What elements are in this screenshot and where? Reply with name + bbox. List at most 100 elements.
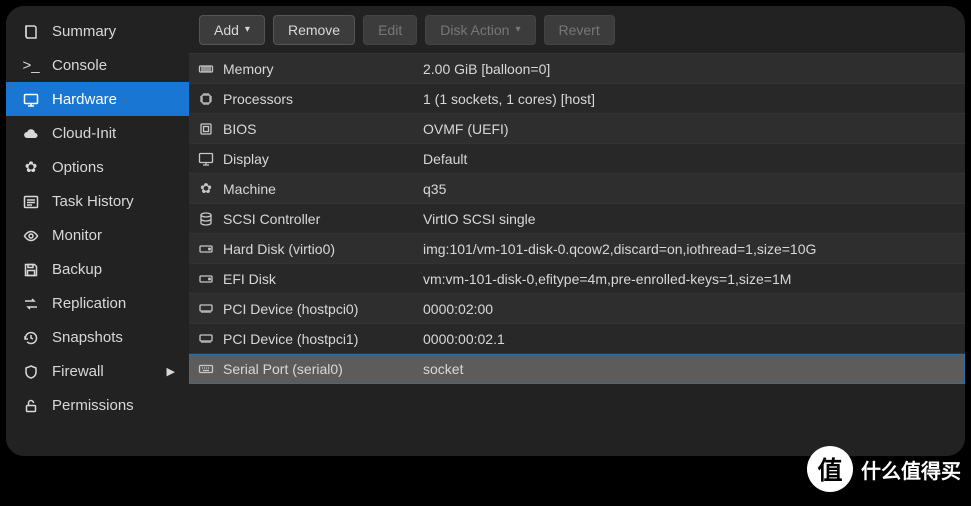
app-window: Summary >_ Console Hardware Cloud-Init ✿…: [6, 6, 965, 456]
pci-icon: [189, 300, 223, 317]
cpu-icon: [189, 90, 223, 107]
gear-icon: ✿: [20, 158, 42, 176]
monitor-icon: [20, 90, 42, 107]
watermark-text: 什么值得买: [861, 455, 961, 484]
replicate-icon: [20, 294, 42, 311]
hardware-row-memory[interactable]: Memory 2.00 GiB [balloon=0]: [189, 54, 965, 84]
row-value: img:101/vm-101-disk-0.qcow2,discard=on,i…: [423, 241, 965, 257]
hardware-row-scsi[interactable]: SCSI Controller VirtIO SCSI single: [189, 204, 965, 234]
row-label: EFI Disk: [223, 271, 423, 287]
row-value: 0000:02:00: [423, 301, 965, 317]
sidebar-item-taskhistory[interactable]: Task History: [6, 184, 189, 218]
sidebar-label: Monitor: [52, 227, 102, 244]
sidebar-label: Backup: [52, 261, 102, 278]
row-value: OVMF (UEFI): [423, 121, 965, 137]
sidebar-label: Task History: [52, 193, 134, 210]
list-icon: [20, 192, 42, 209]
history-icon: [20, 328, 42, 345]
hdd-icon: [189, 270, 223, 287]
row-value: 0000:00:02.1: [423, 331, 965, 347]
row-label: PCI Device (hostpci0): [223, 301, 423, 317]
hardware-row-bios[interactable]: BIOS OVMF (UEFI): [189, 114, 965, 144]
row-label: Machine: [223, 181, 423, 197]
hardware-row-machine[interactable]: ✿ Machine q35: [189, 174, 965, 204]
hardware-row-pci1[interactable]: PCI Device (hostpci1) 0000:00:02.1: [189, 324, 965, 354]
add-button[interactable]: Add ▾: [199, 15, 265, 45]
unlock-icon: [20, 396, 42, 413]
sidebar-label: Permissions: [52, 397, 134, 414]
sidebar-item-summary[interactable]: Summary: [6, 14, 189, 48]
row-value: VirtIO SCSI single: [423, 211, 965, 227]
sidebar-label: Hardware: [52, 91, 117, 108]
sidebar-item-backup[interactable]: Backup: [6, 252, 189, 286]
sidebar-label: Cloud-Init: [52, 125, 116, 142]
row-label: BIOS: [223, 121, 423, 137]
row-label: PCI Device (hostpci1): [223, 331, 423, 347]
disk-action-button[interactable]: Disk Action ▾: [425, 15, 535, 45]
button-label: Remove: [288, 22, 340, 38]
hardware-row-pci0[interactable]: PCI Device (hostpci0) 0000:02:00: [189, 294, 965, 324]
sidebar: Summary >_ Console Hardware Cloud-Init ✿…: [6, 6, 189, 456]
row-value: socket: [423, 361, 965, 377]
monitor-icon: [189, 150, 223, 167]
sidebar-item-replication[interactable]: Replication: [6, 286, 189, 320]
row-value: vm:vm-101-disk-0,efitype=4m,pre-enrolled…: [423, 271, 965, 287]
sidebar-label: Replication: [52, 295, 126, 312]
hdd-icon: [189, 240, 223, 257]
main-panel: Add ▾ Remove Edit Disk Action ▾ Revert M…: [189, 6, 965, 456]
button-label: Disk Action: [440, 22, 509, 38]
chip-icon: [189, 120, 223, 137]
save-icon: [20, 260, 42, 277]
database-icon: [189, 210, 223, 227]
row-label: Processors: [223, 91, 423, 107]
watermark-badge: 值: [807, 446, 853, 492]
keyboard-icon: [189, 360, 223, 377]
chevron-right-icon: ▶: [167, 365, 175, 378]
row-label: SCSI Controller: [223, 211, 423, 227]
sidebar-label: Console: [52, 57, 107, 74]
revert-button[interactable]: Revert: [544, 15, 615, 45]
watermark: 值 什么值得买: [807, 446, 961, 492]
row-label: Hard Disk (virtio0): [223, 241, 423, 257]
sidebar-item-monitor[interactable]: Monitor: [6, 218, 189, 252]
hardware-row-serial[interactable]: Serial Port (serial0) socket: [189, 354, 965, 384]
eye-icon: [20, 226, 42, 243]
remove-button[interactable]: Remove: [273, 15, 355, 45]
shield-icon: [20, 362, 42, 379]
hardware-row-processors[interactable]: Processors 1 (1 sockets, 1 cores) [host]: [189, 84, 965, 114]
sidebar-item-firewall[interactable]: Firewall ▶: [6, 354, 189, 388]
sidebar-label: Options: [52, 159, 104, 176]
edit-button[interactable]: Edit: [363, 15, 417, 45]
sidebar-item-permissions[interactable]: Permissions: [6, 388, 189, 422]
button-label: Add: [214, 22, 239, 38]
row-value: 2.00 GiB [balloon=0]: [423, 61, 965, 77]
book-icon: [20, 22, 42, 39]
memory-icon: [189, 60, 223, 77]
sidebar-item-options[interactable]: ✿ Options: [6, 150, 189, 184]
sidebar-item-console[interactable]: >_ Console: [6, 48, 189, 82]
sidebar-label: Summary: [52, 23, 116, 40]
chevron-down-icon: ▾: [245, 24, 250, 35]
sidebar-item-cloudinit[interactable]: Cloud-Init: [6, 116, 189, 150]
sidebar-label: Firewall: [52, 363, 104, 380]
row-value: q35: [423, 181, 965, 197]
cloud-icon: [20, 124, 42, 141]
hardware-row-display[interactable]: Display Default: [189, 144, 965, 174]
gear-icon: ✿: [189, 180, 223, 197]
chevron-down-icon: ▾: [515, 24, 520, 35]
sidebar-item-snapshots[interactable]: Snapshots: [6, 320, 189, 354]
row-label: Memory: [223, 61, 423, 77]
sidebar-label: Snapshots: [52, 329, 123, 346]
button-label: Revert: [559, 22, 600, 38]
hardware-row-harddisk[interactable]: Hard Disk (virtio0) img:101/vm-101-disk-…: [189, 234, 965, 264]
row-value: 1 (1 sockets, 1 cores) [host]: [423, 91, 965, 107]
row-label: Display: [223, 151, 423, 167]
sidebar-item-hardware[interactable]: Hardware: [6, 82, 189, 116]
toolbar: Add ▾ Remove Edit Disk Action ▾ Revert: [189, 6, 965, 54]
row-value: Default: [423, 151, 965, 167]
button-label: Edit: [378, 22, 402, 38]
hardware-row-efidisk[interactable]: EFI Disk vm:vm-101-disk-0,efitype=4m,pre…: [189, 264, 965, 294]
terminal-icon: >_: [20, 57, 42, 74]
row-label: Serial Port (serial0): [223, 361, 423, 377]
hardware-table: Memory 2.00 GiB [balloon=0] Processors 1…: [189, 54, 965, 456]
